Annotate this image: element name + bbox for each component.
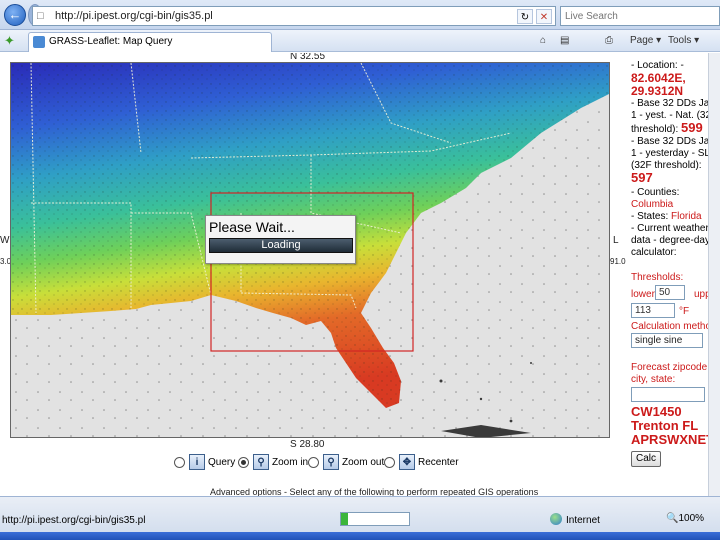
station-line2: Trenton FL — [631, 418, 699, 433]
base2-value: 597 — [631, 170, 653, 185]
map-west-label: W — [0, 235, 10, 246]
zoom-out-radio[interactable] — [308, 456, 319, 468]
base2-line2: 1 - yesterday - SL — [631, 148, 710, 159]
base-line2: 1 - yest. - Nat. (32F — [631, 110, 718, 121]
location-lon: 82.6042E, — [631, 71, 686, 85]
map-north-label: N 32.55 — [290, 53, 326, 62]
page-menu[interactable]: Page ▾ — [630, 33, 661, 49]
map-south-label: S 28.80 — [290, 439, 325, 450]
unit-label: °F — [679, 306, 690, 317]
weather-line1: - Current weather — [631, 223, 709, 234]
zoom-in-icon[interactable]: ⚲ — [253, 454, 269, 470]
lower-threshold-input[interactable] — [655, 285, 685, 300]
search-input[interactable] — [565, 8, 715, 24]
advanced-options-note: Advanced options - Select any of the fol… — [210, 487, 539, 496]
loading-dialog: Please Wait... Loading — [205, 215, 356, 264]
recenter-label: Recenter — [418, 456, 459, 468]
forecast-line1: Forecast zipcode or — [631, 362, 719, 373]
tab-favicon-icon — [33, 36, 45, 48]
station-line3: APRSWXNET — [631, 432, 715, 447]
recenter-icon[interactable]: ✥ — [399, 454, 415, 470]
loading-title: Please Wait... — [209, 219, 295, 235]
address-bar: ← ▼ □ http://pi.ipest.org/cgi-bin/gis35.… — [0, 0, 720, 30]
status-progress — [340, 512, 410, 526]
tab-title: GRASS-Leaflet: Map Query — [49, 36, 173, 47]
recenter-tool[interactable]: ✥ Recenter — [384, 453, 459, 471]
status-url: http://pi.ipest.org/cgi-bin/gis35.pl — [2, 515, 146, 526]
recenter-radio[interactable] — [384, 456, 395, 468]
method-select[interactable]: single sine — [631, 333, 703, 348]
forecast-input[interactable] — [631, 387, 705, 402]
upper-threshold-input[interactable] — [631, 303, 675, 318]
url-field[interactable]: □ http://pi.ipest.org/cgi-bin/gis35.pl ↻… — [32, 6, 556, 26]
base-line1: - Base 32 DDs Jan — [631, 98, 715, 109]
location-lat: 29.9312N — [631, 84, 684, 98]
tools-menu-label: Tools — [668, 35, 692, 46]
query-radio[interactable] — [174, 456, 185, 468]
loading-bar: Loading — [209, 238, 353, 253]
state-value: Florida — [671, 211, 702, 222]
status-zone-label: Internet — [566, 515, 600, 526]
query-label: Query — [208, 456, 236, 468]
info-panel: - Location: - 82.6042E, 29.9312N - Base … — [628, 53, 720, 496]
zoom-out-icon[interactable]: ⚲ — [323, 454, 339, 470]
page-icon: □ — [37, 10, 44, 22]
method-label: Calculation method: — [631, 321, 720, 332]
weather-line2: data - degree-day — [631, 235, 710, 246]
county-value: Columbia — [631, 199, 674, 210]
print-icon[interactable]: ⎙ — [605, 33, 613, 49]
search-box[interactable] — [560, 6, 720, 26]
zoom-in-radio[interactable] — [238, 456, 249, 468]
tab-active[interactable]: GRASS-Leaflet: Map Query — [28, 32, 272, 52]
map-east-value: 91.0 — [610, 257, 626, 266]
globe-icon — [550, 513, 562, 525]
status-zone: Internet — [550, 513, 600, 526]
zoom-out-label: Zoom out — [342, 456, 385, 468]
feeds-icon[interactable]: ▤ — [560, 33, 569, 49]
thresholds-label: Thresholds: — [631, 272, 684, 283]
taskbar — [0, 532, 720, 540]
panel-scrollbar[interactable] — [708, 53, 720, 496]
query-tool[interactable]: i Query — [174, 453, 235, 471]
weather-line3: calculator: — [631, 247, 677, 258]
zoom-out-tool[interactable]: ⚲ Zoom out — [308, 453, 384, 471]
zoom-level[interactable]: 🔍100% — [666, 513, 704, 524]
info-icon[interactable]: i — [189, 454, 205, 470]
base-value: 599 — [681, 120, 703, 135]
zoom-in-tool[interactable]: ⚲ Zoom in — [238, 453, 308, 471]
home-icon[interactable]: ⌂ — [540, 33, 546, 49]
tools-menu[interactable]: Tools ▾ — [668, 33, 699, 49]
zoom-in-label: Zoom in — [272, 456, 309, 468]
calc-button[interactable]: Calc — [631, 451, 661, 467]
back-button[interactable]: ← — [4, 4, 26, 26]
map-east-label: L — [613, 235, 619, 246]
zoom-level-label: 100% — [678, 513, 705, 524]
refresh-icon[interactable]: ↻ — [517, 9, 533, 24]
base2-line1: - Base 32 DDs Jan — [631, 136, 715, 147]
url-text: http://pi.ipest.org/cgi-bin/gis35.pl — [55, 10, 213, 22]
loading-bar-label: Loading — [261, 239, 301, 251]
forecast-line2: city, state: — [631, 374, 676, 385]
page-menu-label: Page — [630, 35, 654, 46]
lower-label: lower — [631, 289, 655, 300]
page-content: N 32.55 W 3.0 L 91.0 Please Wait... Load… — [0, 53, 720, 496]
favorites-star-icon[interactable]: ✦ — [4, 33, 15, 49]
status-progress-fill — [341, 513, 348, 525]
tab-bar: ✦ GRASS-Leaflet: Map Query ⌂ ▤ ⎙ Page ▾ … — [0, 30, 720, 52]
stop-icon[interactable]: ✕ — [536, 9, 552, 24]
state-label: - States: — [631, 211, 669, 222]
county-label: - Counties: — [631, 187, 680, 198]
station-line1: CW1450 — [631, 404, 682, 419]
base-line3: threshold): — [631, 124, 679, 135]
method-select-value: single sine — [635, 335, 683, 346]
